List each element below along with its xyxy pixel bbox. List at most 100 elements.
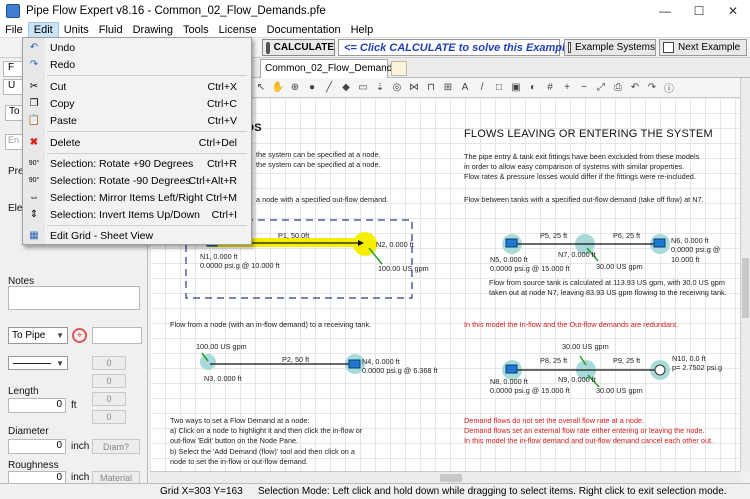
- menu-license[interactable]: License: [214, 22, 262, 38]
- tank-n5[interactable]: [505, 238, 518, 248]
- counter-4[interactable]: 0: [92, 410, 126, 424]
- color-tool-icon[interactable]: ◐: [526, 81, 540, 95]
- chevron-down-icon: ▼: [56, 359, 64, 368]
- menu-units[interactable]: Units: [59, 22, 94, 38]
- next-example-icon: [663, 42, 674, 53]
- counter-1[interactable]: 0: [92, 356, 126, 370]
- menu-item-mirror[interactable]: ⇔ Selection: Mirror Items Left/Right Ctr…: [23, 189, 251, 206]
- redo-tool-icon[interactable]: ↷: [645, 81, 659, 95]
- zoom-in-icon[interactable]: +: [560, 81, 574, 95]
- menu-tools[interactable]: Tools: [178, 22, 214, 38]
- menu-file[interactable]: File: [0, 22, 28, 38]
- pointer-tool-icon[interactable]: ↖: [254, 81, 268, 95]
- menu-item-copy[interactable]: ❐ Copy Ctrl+C: [23, 95, 251, 112]
- join-tool-icon[interactable]: ◆: [339, 81, 353, 95]
- print-icon[interactable]: ⎙: [611, 81, 625, 95]
- paste-icon: 📋: [27, 115, 41, 126]
- menu-documentation[interactable]: Documentation: [262, 22, 346, 38]
- label-demand-5: 30.00 US gpm: [596, 386, 643, 395]
- to-pipe-value-field[interactable]: [92, 327, 142, 344]
- tank-n8[interactable]: [505, 364, 518, 374]
- horizontal-scrollbar[interactable]: [150, 471, 740, 483]
- to-pipe-select[interactable]: To Pipe ▼: [8, 327, 68, 344]
- target-icon[interactable]: ⌖: [72, 328, 87, 343]
- menu-item-label: Delete: [50, 136, 81, 149]
- menu-item-edit-grid[interactable]: ▦ Edit Grid - Sheet View: [23, 227, 251, 244]
- menu-item-shortcut: Ctrl+M: [205, 191, 237, 204]
- label-demand-1: 100.00 US gpm: [378, 264, 429, 273]
- hand-tool-icon[interactable]: ✋: [271, 81, 285, 95]
- diam-button[interactable]: Diam?: [92, 439, 140, 454]
- label-p2: P2, 50 ft: [282, 355, 310, 364]
- label-n4-pressure: 0.0000 psi.g @ 6.368 ft: [362, 366, 438, 375]
- panel-tab-fragment[interactable]: F: [3, 61, 23, 77]
- menu-fluid[interactable]: Fluid: [94, 22, 128, 38]
- zoom-tool-icon[interactable]: ⊕: [288, 81, 302, 95]
- menu-item-delete[interactable]: ✖ Delete Ctrl+Del: [23, 134, 251, 151]
- component-tool-icon[interactable]: ⊞: [441, 81, 455, 95]
- menu-item-cut[interactable]: ✂ Cut Ctrl+X: [23, 78, 251, 95]
- example-systems-label: Example Systems: [574, 42, 655, 53]
- chevron-down-icon: ▼: [56, 331, 64, 340]
- menu-bar: File Edit Units Fluid Drawing Tools Lice…: [0, 21, 750, 38]
- line-tool-icon[interactable]: /: [475, 81, 489, 95]
- undo-icon: ↶: [29, 42, 39, 53]
- valve-tool-icon[interactable]: ⋈: [407, 81, 421, 95]
- pipe-tool-icon[interactable]: ╱: [322, 81, 336, 95]
- scroll-thumb[interactable]: [440, 474, 462, 482]
- diameter-field[interactable]: 0: [8, 439, 66, 454]
- fill-tool-icon[interactable]: ▣: [509, 81, 523, 95]
- close-button[interactable]: ✕: [716, 0, 750, 22]
- panel-units-fragment[interactable]: U: [3, 79, 23, 95]
- menu-help[interactable]: Help: [346, 22, 379, 38]
- counter-3[interactable]: 0: [92, 392, 126, 406]
- fit-icon[interactable]: ⤢: [594, 81, 608, 95]
- fitting-tool-icon[interactable]: ⊓: [424, 81, 438, 95]
- demand-tool-icon[interactable]: ⇣: [373, 81, 387, 95]
- tank-n4[interactable]: [348, 359, 361, 369]
- minimize-button[interactable]: —: [648, 0, 682, 22]
- menu-item-redo[interactable]: ↷ Redo: [23, 56, 251, 73]
- panel-en-fragment[interactable]: En: [5, 134, 23, 150]
- info-tool-icon[interactable]: ⓘ: [662, 81, 676, 95]
- menu-item-rotate-minus[interactable]: 90° Selection: Rotate -90 Degrees Ctrl+A…: [23, 172, 251, 189]
- counter-2[interactable]: 0: [92, 374, 126, 388]
- scroll-thumb[interactable]: [742, 258, 749, 318]
- rect-tool-icon[interactable]: □: [492, 81, 506, 95]
- label-p1: P1, 50.0ft: [278, 231, 310, 240]
- zoom-out-icon[interactable]: −: [577, 81, 591, 95]
- label-n9: N9, 0.000 ft: [558, 375, 596, 384]
- tank-n6[interactable]: [653, 238, 666, 248]
- node-halo: [200, 354, 216, 370]
- tab-document[interactable]: Common_02_Flow_DemandsX: [260, 59, 406, 78]
- vertical-scrollbar[interactable]: [740, 78, 750, 471]
- menu-item-rotate-plus[interactable]: 90° Selection: Rotate +90 Degrees Ctrl+R: [23, 155, 251, 172]
- notes-field[interactable]: [8, 286, 140, 310]
- undo-tool-icon[interactable]: ↶: [628, 81, 642, 95]
- tank-tool-icon[interactable]: ▭: [356, 81, 370, 95]
- pump-icon[interactable]: [654, 364, 666, 376]
- calculate-button[interactable]: CALCULATE: [262, 39, 335, 56]
- grid-icon: ▦: [29, 230, 39, 241]
- calculator-icon: [266, 41, 270, 54]
- node-tool-icon[interactable]: ●: [305, 81, 319, 95]
- menu-drawing[interactable]: Drawing: [128, 22, 178, 38]
- length-field[interactable]: 0: [8, 398, 66, 413]
- menu-separator: [47, 225, 247, 226]
- pump-tool-icon[interactable]: ◎: [390, 81, 404, 95]
- example-systems-button[interactable]: Example Systems: [564, 39, 656, 56]
- next-example-button[interactable]: Next Example: [659, 39, 747, 56]
- menu-item-invert[interactable]: ⇕ Selection: Invert Items Up/Down Ctrl+I: [23, 206, 251, 223]
- menu-item-paste[interactable]: 📋 Paste Ctrl+V: [23, 112, 251, 129]
- grid-tool-icon[interactable]: #: [543, 81, 557, 95]
- menu-item-label: Cut: [50, 80, 67, 93]
- text-tool-icon[interactable]: A: [458, 81, 472, 95]
- delete-icon: ✖: [29, 137, 39, 148]
- menu-edit[interactable]: Edit: [27, 21, 59, 38]
- maximize-button[interactable]: ☐: [682, 0, 716, 22]
- menu-item-undo[interactable]: ↶ Undo: [23, 39, 251, 56]
- new-tab-icon[interactable]: [391, 61, 407, 76]
- line-style-select[interactable]: ▼: [8, 356, 68, 370]
- menu-item-shortcut: Ctrl+I: [211, 208, 237, 221]
- label-demand-3: 100.00 US gpm: [196, 342, 247, 351]
